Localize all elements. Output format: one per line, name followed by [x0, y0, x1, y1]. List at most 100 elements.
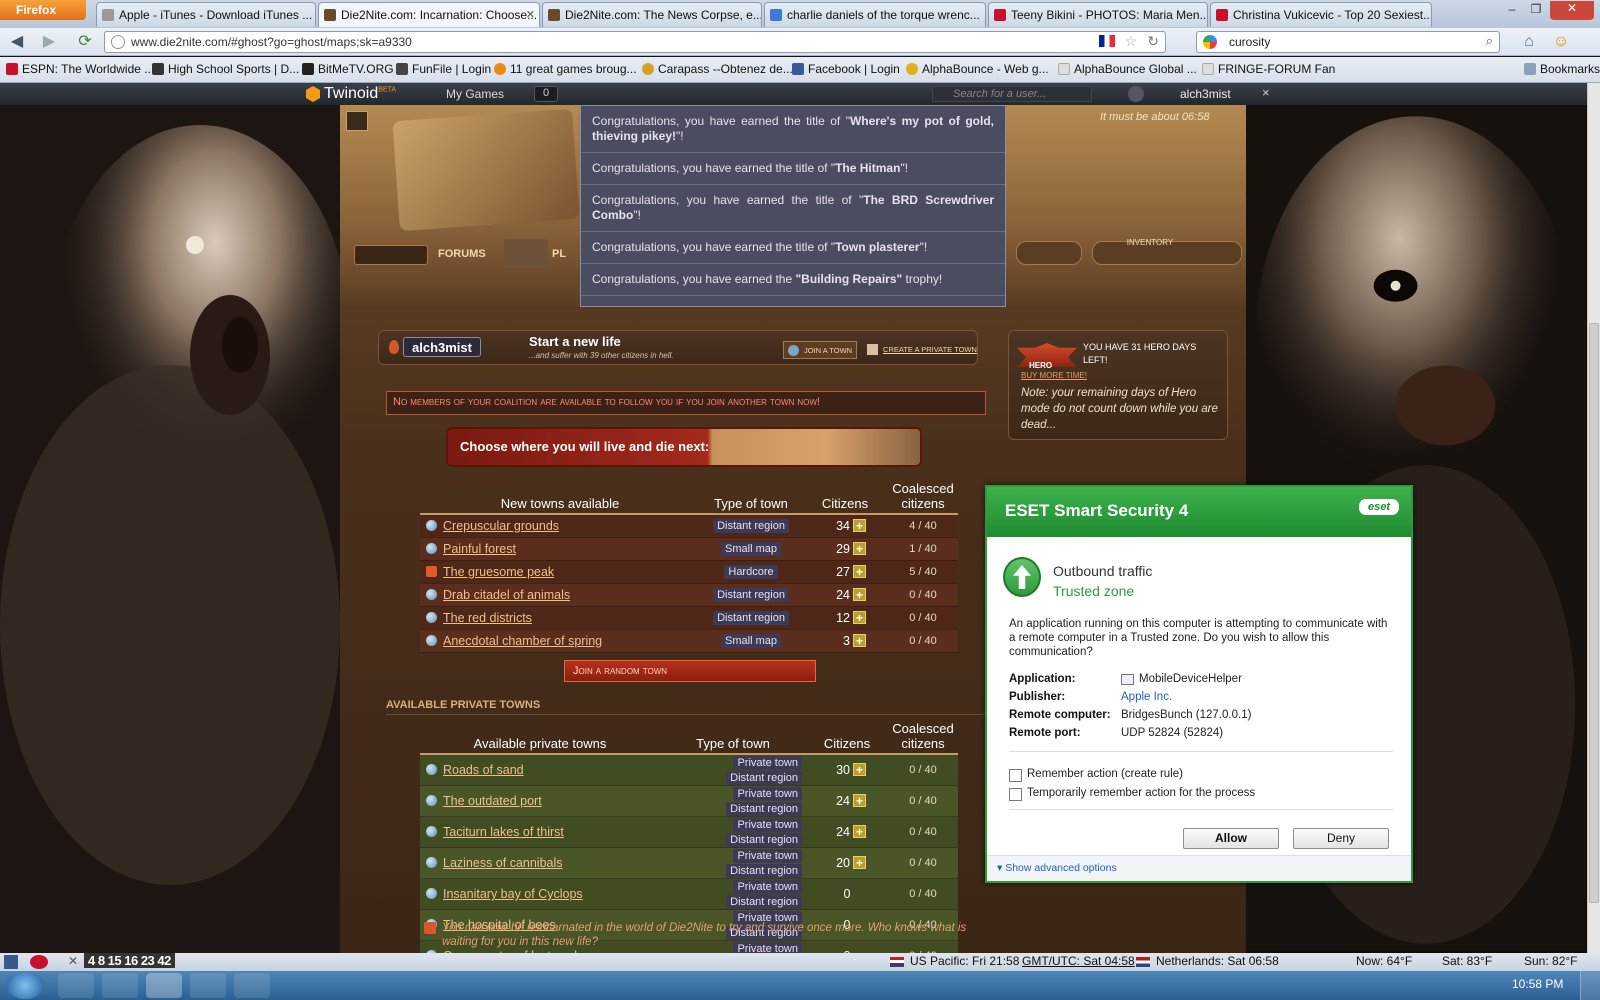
join-plus-icon[interactable]: +	[853, 856, 866, 869]
town-link[interactable]: The gruesome peak	[443, 565, 554, 579]
table-row[interactable]: Anecdotal chamber of spring Small map 3 +0 …	[420, 629, 958, 653]
join-plus-icon[interactable]: +	[853, 763, 866, 776]
restore-icon[interactable]: ❐	[1524, 2, 1548, 20]
join-plus-icon[interactable]: +	[853, 541, 866, 555]
google-icon[interactable]	[1203, 35, 1217, 49]
join-town-button[interactable]: JOIN A TOWN	[783, 341, 857, 359]
close-tab-icon[interactable]: ✕	[526, 8, 535, 21]
tab-christina[interactable]: Christina Vukicevic - Top 20 Sexiest...	[1210, 2, 1432, 27]
page-scrollbar[interactable]	[1587, 83, 1600, 953]
addon-icon[interactable]: ☺	[1550, 31, 1572, 53]
reload-icon[interactable]: ⟳	[74, 31, 96, 53]
search-bar[interactable]: curosity ⌕	[1196, 31, 1500, 53]
table-row[interactable]: Drab citadel of animals Distant region 24 +…	[420, 583, 958, 607]
join-plus-icon[interactable]: +	[853, 610, 866, 624]
join-plus-icon[interactable]: +	[853, 587, 866, 601]
deny-button[interactable]: Deny	[1293, 828, 1389, 849]
start-button[interactable]	[6, 972, 44, 999]
tab-teeny-bikini[interactable]: Teeny Bikini - PHOTOS: Maria Men...	[988, 2, 1208, 27]
nav-forums-link[interactable]: FORUMS	[438, 248, 486, 260]
table-row[interactable]: Roads of sand Private town Distant region…	[420, 754, 958, 786]
table-row[interactable]: Taciturn lakes of thirst Private town Dis…	[420, 816, 958, 848]
nav-pl-link[interactable]: PL	[552, 248, 566, 260]
join-plus-icon[interactable]: +	[853, 794, 866, 807]
statusbar-icon[interactable]	[4, 955, 18, 969]
twinoid-username[interactable]: alch3mist	[1180, 87, 1231, 101]
avatar[interactable]	[1128, 86, 1144, 102]
table-row[interactable]: Painful forest Small map 29 +1 / 40	[420, 537, 958, 561]
town-link[interactable]: Laziness of cannibals	[443, 856, 563, 870]
bookmark-carapass[interactable]: Carapass --Obtenez de...	[642, 62, 793, 76]
user-search-input[interactable]: Search for a user...	[932, 86, 1092, 102]
bookmark-games[interactable]: 11 great games broug...	[494, 62, 637, 76]
firefox-taskbar-icon[interactable]	[146, 973, 182, 998]
table-row[interactable]: The outdated port Private town Distant re…	[420, 785, 958, 817]
notification-count[interactable]: 0	[534, 86, 558, 102]
publisher-link[interactable]: Apple Inc.	[1121, 691, 1172, 703]
town-link[interactable]: The red districts	[443, 611, 532, 625]
close-window-icon[interactable]: ✕	[1550, 1, 1594, 20]
internet-explorer-icon[interactable]	[58, 973, 94, 998]
home-icon[interactable]: ⌂	[1518, 31, 1540, 53]
close-icon[interactable]: ×	[1262, 85, 1270, 100]
twinoid-logo[interactable]: TwinoidBETA	[324, 85, 396, 103]
tab-die2nite-incarnation[interactable]: Die2Nite.com: Incarnation: Choose... ✕	[318, 2, 540, 27]
nav-home-button[interactable]	[354, 245, 428, 265]
forward-icon[interactable]: ▶	[38, 31, 60, 53]
bookmark-facebook[interactable]: Facebook | Login	[792, 62, 900, 76]
search-icon[interactable]: ⌕	[1486, 33, 1493, 49]
table-row[interactable]: Insanitary bay of Cyclops Private town Di…	[420, 878, 958, 910]
my-games-link[interactable]: My Games	[446, 87, 504, 101]
join-plus-icon[interactable]: +	[853, 633, 866, 647]
bookmark-fringe-forum[interactable]: FRINGE-FORUM Fan	[1202, 62, 1335, 76]
town-link[interactable]: Anecdotal chamber of spring	[443, 634, 602, 648]
town-link[interactable]: Taciturn lakes of thirst	[443, 825, 564, 839]
url-bar[interactable]: www.die2nite.com/#ghost?go=ghost/maps;sk…	[104, 31, 1166, 53]
town-link[interactable]: Painful forest	[443, 542, 516, 556]
join-random-town-button[interactable]: Join a random town	[564, 660, 816, 682]
scrollbar-thumb[interactable]	[1589, 323, 1599, 903]
table-row[interactable]: The red districts Distant region 12 +0 / 40	[420, 606, 958, 630]
join-plus-icon[interactable]: +	[853, 825, 866, 838]
refresh-icon[interactable]: ↻	[1147, 33, 1159, 50]
star-icon[interactable]: ☆	[1124, 33, 1137, 50]
join-plus-icon[interactable]: +	[853, 564, 866, 578]
back-icon[interactable]: ◀	[6, 31, 28, 53]
explorer-folder-icon[interactable]	[102, 973, 138, 998]
tab-die2nite-news[interactable]: Die2Nite.com: The News Corpse, e...	[542, 2, 762, 27]
allow-button[interactable]: Allow	[1183, 828, 1279, 849]
join-plus-icon[interactable]: +	[853, 518, 866, 532]
bookmark-hs-sports[interactable]: High School Sports | D...	[152, 62, 299, 76]
tab-google-search[interactable]: charlie daniels of the torque wrenc...	[764, 2, 986, 27]
create-private-town-link[interactable]: CREATE A PRIVATE TOWN	[863, 341, 977, 359]
show-advanced-options-link[interactable]: ▾ Show advanced options	[997, 862, 1117, 874]
table-row[interactable]: The gruesome peak Hardcore 27 +5 / 40	[420, 560, 958, 584]
tab-itunes[interactable]: Apple - iTunes - Download iTunes ...	[96, 2, 316, 27]
bookmark-espn[interactable]: ESPN: The Worldwide ...	[6, 62, 154, 76]
town-link[interactable]: Roads of sand	[443, 763, 524, 777]
firefox-menu-button[interactable]: Firefox	[0, 0, 86, 20]
town-icon[interactable]	[504, 239, 548, 269]
town-link[interactable]: The outdated port	[443, 794, 542, 808]
close-icon[interactable]: ✕	[68, 954, 78, 968]
adblock-icon[interactable]	[30, 955, 48, 969]
temporarily-remember-checkbox[interactable]	[1009, 788, 1022, 801]
bookmark-alphabounce-global[interactable]: AlphaBounce Global ...	[1058, 62, 1197, 76]
remember-action-checkbox[interactable]	[1009, 769, 1022, 782]
town-link[interactable]: Crepuscular grounds	[443, 519, 559, 533]
show-desktop-button[interactable]	[1580, 971, 1600, 1000]
bookmarks-menu[interactable]: Bookmarks	[1524, 62, 1600, 76]
username-badge[interactable]: alch3mist	[403, 337, 481, 357]
minimize-icon[interactable]: –	[1500, 2, 1524, 20]
menu-icon[interactable]	[346, 111, 368, 131]
buy-more-time-link[interactable]: BUY MORE TIME!	[1021, 371, 1087, 380]
bookmark-funfile[interactable]: FunFile | Login	[396, 62, 491, 76]
town-link[interactable]: Insanitary bay of Cyclops	[443, 887, 583, 901]
bookmark-alphabounce[interactable]: AlphaBounce - Web g...	[906, 62, 1049, 76]
app-taskbar-icon[interactable]	[190, 973, 226, 998]
itunes-taskbar-icon[interactable]	[234, 973, 270, 998]
die2nite-logo[interactable]	[392, 108, 580, 232]
table-row[interactable]: Crepuscular grounds Distant region 34 +4 / …	[420, 514, 958, 538]
table-row[interactable]: Laziness of cannibals Private town Distan…	[420, 847, 958, 879]
bookmark-bitmetv[interactable]: BitMeTV.ORG	[302, 62, 394, 76]
